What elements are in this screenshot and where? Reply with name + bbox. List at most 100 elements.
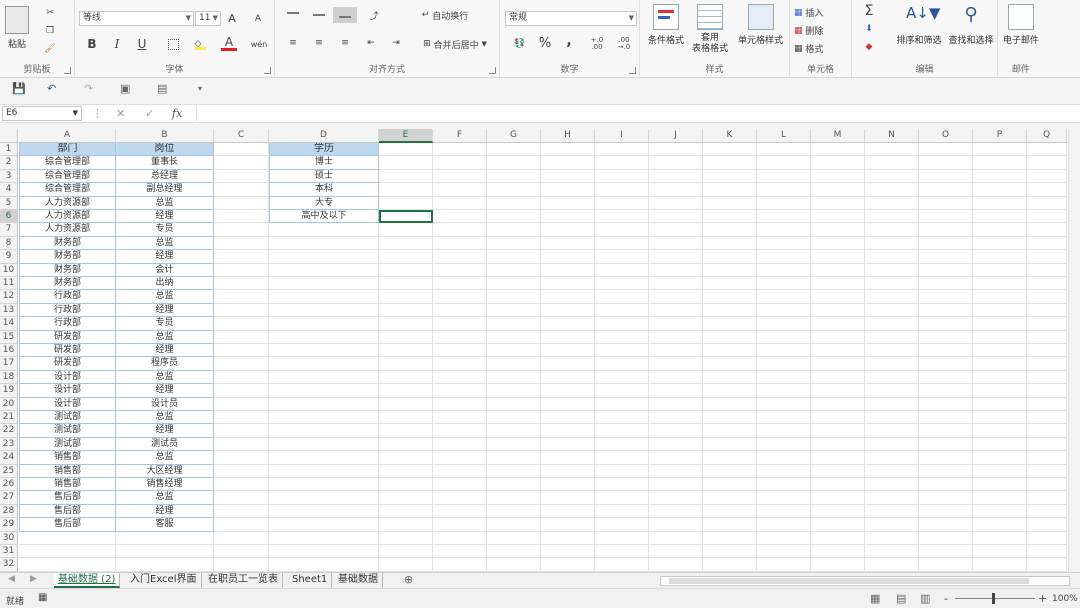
cell[interactable]: 总监	[116, 236, 214, 251]
cell[interactable]	[214, 277, 269, 291]
cell[interactable]	[269, 411, 379, 425]
cell[interactable]	[487, 250, 541, 264]
cell[interactable]	[1027, 437, 1067, 452]
cell[interactable]	[757, 397, 811, 411]
cell[interactable]	[649, 277, 703, 291]
cell[interactable]	[757, 491, 811, 505]
cell[interactable]	[595, 451, 649, 465]
cell[interactable]	[703, 317, 757, 331]
cell[interactable]	[595, 478, 649, 492]
cell[interactable]	[811, 491, 865, 505]
cell[interactable]	[649, 317, 703, 331]
cell[interactable]	[379, 437, 433, 452]
cell[interactable]	[919, 504, 973, 519]
cell[interactable]	[649, 504, 703, 519]
zoom-slider-thumb[interactable]	[992, 593, 995, 604]
cell[interactable]	[973, 437, 1027, 452]
cell[interactable]	[649, 357, 703, 371]
cell[interactable]	[649, 384, 703, 398]
cell[interactable]	[973, 451, 1027, 465]
cell[interactable]	[595, 169, 649, 184]
cell[interactable]	[973, 370, 1027, 385]
sheet-tab[interactable]: 基础数据	[334, 573, 383, 588]
cell[interactable]	[865, 169, 919, 184]
cell[interactable]	[487, 236, 541, 251]
font-color-button[interactable]: A	[221, 35, 237, 51]
cell[interactable]	[541, 330, 595, 344]
cell[interactable]: 测试员	[116, 437, 214, 452]
row-header[interactable]: 19	[0, 384, 18, 398]
cell[interactable]	[269, 290, 379, 304]
cell[interactable]	[433, 384, 487, 398]
cell[interactable]	[1027, 317, 1067, 331]
cell[interactable]	[649, 518, 703, 532]
cell[interactable]	[811, 210, 865, 224]
clear-button[interactable]: ◆	[858, 39, 880, 55]
cell[interactable]	[487, 451, 541, 465]
cell[interactable]	[433, 277, 487, 291]
cell[interactable]	[703, 424, 757, 438]
zoom-level[interactable]: 100%	[1052, 594, 1078, 604]
cell[interactable]	[757, 411, 811, 425]
cell[interactable]: 副总经理	[116, 183, 214, 197]
cell[interactable]	[1027, 545, 1067, 559]
cell[interactable]	[703, 223, 757, 237]
cell[interactable]	[379, 330, 433, 344]
cell[interactable]	[541, 397, 595, 411]
cell[interactable]	[379, 183, 433, 197]
cell[interactable]	[865, 411, 919, 425]
cell[interactable]	[703, 545, 757, 559]
cell[interactable]	[541, 210, 595, 224]
cell[interactable]	[973, 143, 1027, 157]
cell[interactable]	[1027, 464, 1067, 478]
cell[interactable]	[811, 464, 865, 478]
formula-input[interactable]	[196, 106, 1078, 121]
cell[interactable]	[649, 236, 703, 251]
cell[interactable]	[379, 518, 433, 532]
cell[interactable]	[379, 169, 433, 184]
column-header[interactable]: P	[973, 129, 1027, 143]
cell[interactable]	[595, 397, 649, 411]
cell[interactable]	[811, 397, 865, 411]
cell[interactable]	[487, 156, 541, 170]
cell[interactable]	[865, 183, 919, 197]
cell[interactable]	[214, 370, 269, 385]
cell[interactable]	[541, 424, 595, 438]
cell[interactable]: 总监	[116, 491, 214, 505]
cell[interactable]: 设计员	[116, 397, 214, 411]
cell[interactable]	[865, 504, 919, 519]
cell[interactable]	[214, 250, 269, 264]
cell[interactable]	[919, 183, 973, 197]
cell[interactable]	[865, 196, 919, 210]
cell[interactable]	[595, 330, 649, 344]
row-header[interactable]: 26	[0, 478, 18, 492]
cell[interactable]	[919, 196, 973, 210]
cell[interactable]	[865, 384, 919, 398]
bold-button[interactable]: B	[85, 37, 99, 51]
column-header[interactable]: D	[269, 129, 379, 143]
cell[interactable]	[487, 344, 541, 358]
cell[interactable]	[865, 437, 919, 452]
cell[interactable]	[1027, 183, 1067, 197]
cell[interactable]	[703, 277, 757, 291]
cell[interactable]: 经理	[116, 424, 214, 438]
cell[interactable]	[487, 196, 541, 210]
align-bottom-button[interactable]	[333, 7, 357, 23]
row-header[interactable]: 28	[0, 504, 18, 519]
cell[interactable]	[1027, 303, 1067, 318]
cell[interactable]	[649, 263, 703, 277]
cell[interactable]	[379, 531, 433, 545]
cell[interactable]	[487, 504, 541, 519]
cell[interactable]	[433, 491, 487, 505]
cell[interactable]	[541, 290, 595, 304]
cell[interactable]	[973, 236, 1027, 251]
cell[interactable]	[1027, 504, 1067, 519]
cell[interactable]	[865, 277, 919, 291]
cell[interactable]	[703, 183, 757, 197]
cell[interactable]	[595, 156, 649, 170]
cell[interactable]	[487, 491, 541, 505]
cell[interactable]	[973, 491, 1027, 505]
cell[interactable]	[919, 143, 973, 157]
cell[interactable]	[269, 357, 379, 371]
cell[interactable]: 出纳	[116, 277, 214, 291]
